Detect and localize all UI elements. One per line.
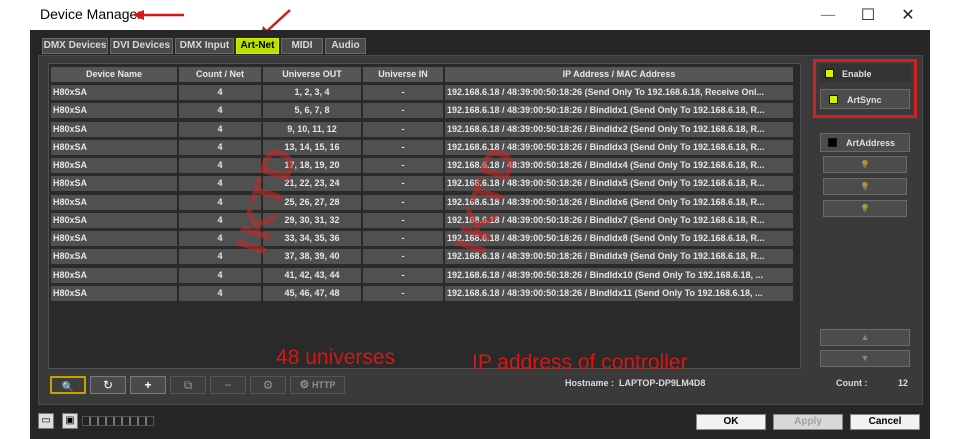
cell-universe-in[interactable]: -: [363, 285, 443, 301]
bulb-icon: 💡: [860, 204, 870, 213]
artaddress-checkbox[interactable]: [828, 138, 837, 147]
cell-device-name[interactable]: H80xSA: [51, 212, 177, 228]
cell-universe-in[interactable]: -: [363, 212, 443, 228]
copy-icon: ⧉: [183, 378, 193, 392]
cell-universe-in[interactable]: -: [363, 176, 443, 192]
cell-universe-out[interactable]: 37, 38, 39, 40: [263, 249, 361, 265]
save-button[interactable]: ▣: [62, 413, 78, 429]
cancel-button[interactable]: Cancel: [850, 414, 920, 430]
cell-ip-mac[interactable]: 192.168.6.18 / 48:39:00:50:18:26 (Send O…: [445, 85, 793, 100]
col-ip-mac[interactable]: IP Address / MAC Address: [445, 67, 793, 82]
move-down-button[interactable]: ▼: [820, 350, 910, 367]
search-button[interactable]: 🔍: [50, 376, 86, 394]
cell-device-name[interactable]: H80xSA: [51, 85, 177, 100]
cell-device-name[interactable]: H80xSA: [51, 249, 177, 265]
tab-midi[interactable]: MIDI: [281, 38, 323, 54]
folder-icon: ▭: [41, 415, 51, 426]
cell-universe-out[interactable]: 45, 46, 47, 48: [263, 285, 361, 301]
cell-ip-mac[interactable]: 192.168.6.18 / 48:39:00:50:18:26 / BindI…: [445, 121, 793, 137]
cell-count-net[interactable]: 4: [179, 85, 261, 100]
progress-bar: [82, 416, 154, 426]
cell-count-net[interactable]: 4: [179, 103, 261, 119]
cell-device-name[interactable]: H80xSA: [51, 121, 177, 137]
cell-ip-mac[interactable]: 192.168.6.18 / 48:39:00:50:18:26 / BindI…: [445, 285, 793, 301]
settings-button[interactable]: ⚙: [250, 376, 286, 394]
cell-device-name[interactable]: H80xSA: [51, 267, 177, 283]
move-up-button[interactable]: ▲: [820, 329, 910, 346]
cell-ip-mac[interactable]: 192.168.6.18 / 48:39:00:50:18:26 / BindI…: [445, 267, 793, 283]
cell-universe-out[interactable]: 5, 6, 7, 8: [263, 103, 361, 119]
hostname-display: Hostname : LAPTOP-DP9LM4D8: [565, 378, 705, 388]
col-universe-in[interactable]: Universe IN: [363, 67, 443, 82]
cell-universe-in[interactable]: -: [363, 158, 443, 173]
open-folder-button[interactable]: ▭: [38, 413, 54, 429]
cell-universe-out[interactable]: 1, 2, 3, 4: [263, 85, 361, 100]
cell-device-name[interactable]: H80xSA: [51, 103, 177, 119]
cell-universe-in[interactable]: -: [363, 249, 443, 265]
identify-button-2[interactable]: 💡: [823, 178, 907, 195]
cell-universe-in[interactable]: -: [363, 139, 443, 155]
search-icon: 🔍: [61, 382, 75, 393]
highlight-box: [813, 59, 917, 118]
cell-ip-mac[interactable]: 192.168.6.18 / 48:39:00:50:18:26 / BindI…: [445, 249, 793, 265]
http-button[interactable]: ⚙ HTTP: [290, 376, 345, 394]
count-label: Count :: [836, 378, 868, 388]
gear-icon: ⚙: [262, 378, 274, 392]
identify-button-1[interactable]: 💡: [823, 156, 907, 173]
refresh-icon: ↻: [102, 378, 114, 392]
artaddress-label: ArtAddress: [846, 138, 896, 148]
cell-universe-in[interactable]: -: [363, 194, 443, 210]
cell-universe-in[interactable]: -: [363, 121, 443, 137]
cell-device-name[interactable]: H80xSA: [51, 139, 177, 155]
minus-icon: −: [224, 378, 232, 392]
tab-dvi-devices[interactable]: DVI Devices: [110, 38, 173, 54]
hostname-label: Hostname :: [565, 378, 615, 388]
cell-universe-in[interactable]: -: [363, 85, 443, 100]
cell-universe-out[interactable]: 41, 42, 43, 44: [263, 267, 361, 283]
ok-button[interactable]: OK: [696, 414, 766, 430]
cell-device-name[interactable]: H80xSA: [51, 231, 177, 246]
hostname-value: LAPTOP-DP9LM4D8: [619, 378, 706, 388]
remove-button[interactable]: −: [210, 376, 246, 394]
cell-count-net[interactable]: 4: [179, 285, 261, 301]
save-icon: ▣: [65, 415, 75, 426]
bulb-icon: 💡: [860, 182, 870, 191]
cell-device-name[interactable]: H80xSA: [51, 158, 177, 173]
copy-button[interactable]: ⧉: [170, 376, 206, 394]
col-universe-out[interactable]: Universe OUT: [263, 67, 361, 82]
cell-ip-mac[interactable]: 192.168.6.18 / 48:39:00:50:18:26 / BindI…: [445, 103, 793, 119]
col-device-name[interactable]: Device Name: [51, 67, 177, 82]
bulb-icon: 💡: [860, 160, 870, 169]
artaddress-button[interactable]: ArtAddress: [820, 133, 910, 152]
cell-count-net[interactable]: 4: [179, 267, 261, 283]
arrow-up-icon: ▲: [860, 332, 870, 342]
add-button[interactable]: +: [130, 376, 166, 394]
gear-icon: ⚙: [299, 379, 310, 391]
cell-universe-in[interactable]: -: [363, 231, 443, 246]
http-label: HTTP: [311, 380, 336, 390]
annotation-ip-controller: IP address of controller: [472, 351, 688, 374]
cell-device-name[interactable]: H80xSA: [51, 194, 177, 210]
cell-universe-out[interactable]: 9, 10, 11, 12: [263, 121, 361, 137]
cell-count-net[interactable]: 4: [179, 158, 261, 173]
tab-art-net[interactable]: Art-Net: [236, 38, 279, 54]
cell-count-net[interactable]: 4: [179, 121, 261, 137]
tab-dmx-devices[interactable]: DMX Devices: [42, 38, 108, 54]
tab-audio[interactable]: Audio: [325, 38, 366, 54]
count-display: Count : 12: [836, 378, 908, 388]
refresh-button[interactable]: ↻: [90, 376, 126, 394]
apply-button[interactable]: Apply: [773, 414, 843, 430]
cell-count-net[interactable]: 4: [179, 139, 261, 155]
tab-dmx-input[interactable]: DMX Input: [175, 38, 234, 54]
cell-device-name[interactable]: H80xSA: [51, 176, 177, 192]
col-count-net[interactable]: Count / Net: [179, 67, 261, 82]
annotation-universes: 48 universes: [276, 346, 396, 369]
identify-button-3[interactable]: 💡: [823, 200, 907, 217]
arrow-down-icon: ▼: [860, 353, 870, 363]
cell-device-name[interactable]: H80xSA: [51, 285, 177, 301]
cell-universe-in[interactable]: -: [363, 103, 443, 119]
count-value: 12: [898, 378, 909, 388]
plus-icon: +: [144, 378, 152, 392]
cell-universe-in[interactable]: -: [363, 267, 443, 283]
